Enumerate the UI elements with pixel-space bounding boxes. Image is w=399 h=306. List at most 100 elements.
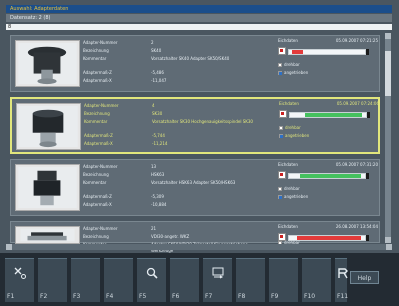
f9-button[interactable]: F9 bbox=[269, 258, 298, 302]
checkbox-label: angetrieben bbox=[285, 133, 310, 138]
field-label: Adaptermaß-Z bbox=[84, 133, 113, 138]
field-label: Adapter-Nummer bbox=[83, 164, 118, 169]
meter-segment bbox=[292, 50, 303, 54]
help-button[interactable]: Help bbox=[350, 271, 379, 284]
calibration-header: Eichdaten 26.08.2007 13:54:04 bbox=[278, 224, 378, 230]
field-value: -11,047 bbox=[151, 78, 167, 83]
adapter-item[interactable]: Adapter-Nummer 2 Bezeichnung SK40 Kommenta… bbox=[10, 35, 380, 92]
field-value: Vorsatzhalter SK30 Hochgenauigkeitsspind… bbox=[152, 119, 253, 124]
meter-end-marker bbox=[366, 235, 369, 241]
checkbox-angetrieben[interactable]: angetrieben bbox=[278, 194, 308, 200]
search-hand-glyph bbox=[146, 267, 158, 279]
adapter-item[interactable]: Adapter-Nummer 4 Bezeichnung SK30 Kommenta… bbox=[10, 97, 380, 154]
dataset-indicator: Datensatz: 2 (8) bbox=[6, 14, 392, 22]
calibration-meter bbox=[278, 170, 378, 180]
calibration-title: Eichdaten bbox=[278, 162, 298, 167]
checkbox-box bbox=[278, 195, 282, 199]
f8-label: F8 bbox=[238, 293, 246, 300]
calibration-meter bbox=[279, 109, 379, 119]
calibration-header: Eichdaten 05.09.2007 07:24:06 bbox=[279, 101, 379, 107]
calibration-title: Eichdaten bbox=[279, 101, 299, 106]
field-value: 21 bbox=[151, 226, 157, 231]
f11-button[interactable]: F11 bbox=[335, 258, 350, 302]
vertical-scrollbar[interactable] bbox=[385, 33, 391, 243]
calibration-header: Eichdaten 05.09.2007 07:31:20 bbox=[278, 162, 378, 168]
field-value: -5,309 bbox=[151, 194, 164, 199]
window-title-bar: Auswahl: Adapterdaten bbox=[6, 5, 392, 13]
f7-label: F7 bbox=[205, 293, 213, 300]
f7-button[interactable]: F7 bbox=[203, 258, 232, 302]
horizontal-scrollbar[interactable] bbox=[6, 244, 392, 250]
meter-end-marker bbox=[367, 112, 370, 118]
f2-button[interactable]: F2 bbox=[38, 258, 67, 302]
meter-logo-icon bbox=[279, 110, 287, 118]
adapter-image bbox=[18, 166, 77, 209]
function-key-bar: F1 F2 F3 F4 F5 F6 F7 F8 F9 F10 F11 Help bbox=[0, 253, 399, 306]
checkbox-angetrieben[interactable]: angetrieben bbox=[278, 70, 308, 76]
checkbox-drehbar[interactable]: drehbar bbox=[279, 125, 301, 131]
field-label: Bezeichnung bbox=[83, 48, 109, 53]
field-label: Adaptermaß-X bbox=[83, 78, 112, 83]
f10-button[interactable]: F10 bbox=[302, 258, 331, 302]
field-label: Adaptermaß-X bbox=[84, 141, 113, 146]
checkbox-box bbox=[278, 71, 282, 75]
field-label: Bezeichnung bbox=[84, 111, 110, 116]
field-value: -10,884 bbox=[151, 202, 167, 207]
calibration-date: 05.09.2007 07:24:06 bbox=[336, 101, 379, 106]
field-label: Kommentar bbox=[83, 56, 107, 61]
field-label: Adaptermaß-Z bbox=[83, 194, 112, 199]
field-value: -5,486 bbox=[151, 70, 164, 75]
f1-button[interactable]: F1 bbox=[5, 258, 34, 302]
f5-button[interactable]: F5 bbox=[137, 258, 166, 302]
adapter-thumbnail bbox=[15, 164, 80, 211]
help-label: Help bbox=[357, 275, 372, 282]
field-value: 13 bbox=[151, 164, 157, 169]
f8-button[interactable]: F8 bbox=[236, 258, 265, 302]
scissors-hand-glyph bbox=[14, 267, 26, 279]
f3-button[interactable]: F3 bbox=[71, 258, 100, 302]
f6-button[interactable]: F6 bbox=[170, 258, 199, 302]
adapter-list: Adapter-Nummer 2 Bezeichnung SK40 Kommenta… bbox=[6, 33, 392, 253]
field-label: Bezeichnung bbox=[83, 172, 109, 177]
meter-track bbox=[288, 173, 366, 179]
field-value: VDI30-angetr. WKZ bbox=[151, 234, 190, 239]
f5-label: F5 bbox=[139, 293, 147, 300]
filter-input[interactable]: 8 bbox=[6, 24, 392, 30]
f6-label: F6 bbox=[172, 293, 180, 300]
scroll-right-button[interactable] bbox=[386, 244, 392, 250]
calibration-title: Eichdaten bbox=[278, 38, 298, 43]
compare-icon bbox=[211, 266, 225, 280]
adapter-item[interactable]: Adapter-Nummer 13 Bezeichnung HSK63 Kommen… bbox=[10, 159, 380, 216]
field-value: Vorsatzhalter SK40 Adapter SK50/SK40 bbox=[151, 56, 230, 61]
scroll-up-button[interactable] bbox=[385, 33, 391, 39]
scissors-hand-icon bbox=[13, 266, 27, 280]
field-value: 4 bbox=[152, 103, 155, 108]
compare-glyph bbox=[212, 267, 224, 279]
calibration-date: 26.08.2007 13:54:04 bbox=[335, 224, 378, 229]
checkbox-label: angetrieben bbox=[284, 70, 309, 75]
adapter-image bbox=[18, 42, 77, 85]
f4-button[interactable]: F4 bbox=[104, 258, 133, 302]
meter-logo-icon bbox=[278, 47, 286, 55]
checkbox-box bbox=[278, 63, 282, 67]
horizontal-scroll-track[interactable] bbox=[12, 244, 386, 250]
field-label: Kommentar bbox=[83, 180, 107, 185]
field-label: Adaptermaß-X bbox=[83, 202, 112, 207]
field-value: -11,214 bbox=[152, 141, 168, 146]
checkbox-box bbox=[279, 134, 283, 138]
scroll-thumb[interactable] bbox=[385, 51, 391, 96]
adapter-thumbnail bbox=[15, 226, 80, 244]
checkbox-drehbar[interactable]: drehbar bbox=[278, 186, 300, 192]
undo-r-icon bbox=[336, 266, 350, 280]
checkbox-angetrieben[interactable]: angetrieben bbox=[279, 133, 309, 139]
meter-segment bbox=[300, 174, 362, 178]
meter-track bbox=[289, 112, 367, 118]
checkbox-label: drehbar bbox=[284, 186, 300, 191]
meter-end-marker bbox=[366, 49, 369, 55]
checkbox-label: drehbar bbox=[285, 125, 301, 130]
field-label: Adapter-Nummer bbox=[84, 103, 119, 108]
checkbox-drehbar[interactable]: drehbar bbox=[278, 62, 300, 68]
search-hand-icon bbox=[145, 266, 159, 280]
scroll-down-button[interactable] bbox=[385, 237, 391, 243]
adapter-item[interactable]: Adapter-Nummer 21 Bezeichnung VDI30-angetr… bbox=[10, 221, 380, 253]
